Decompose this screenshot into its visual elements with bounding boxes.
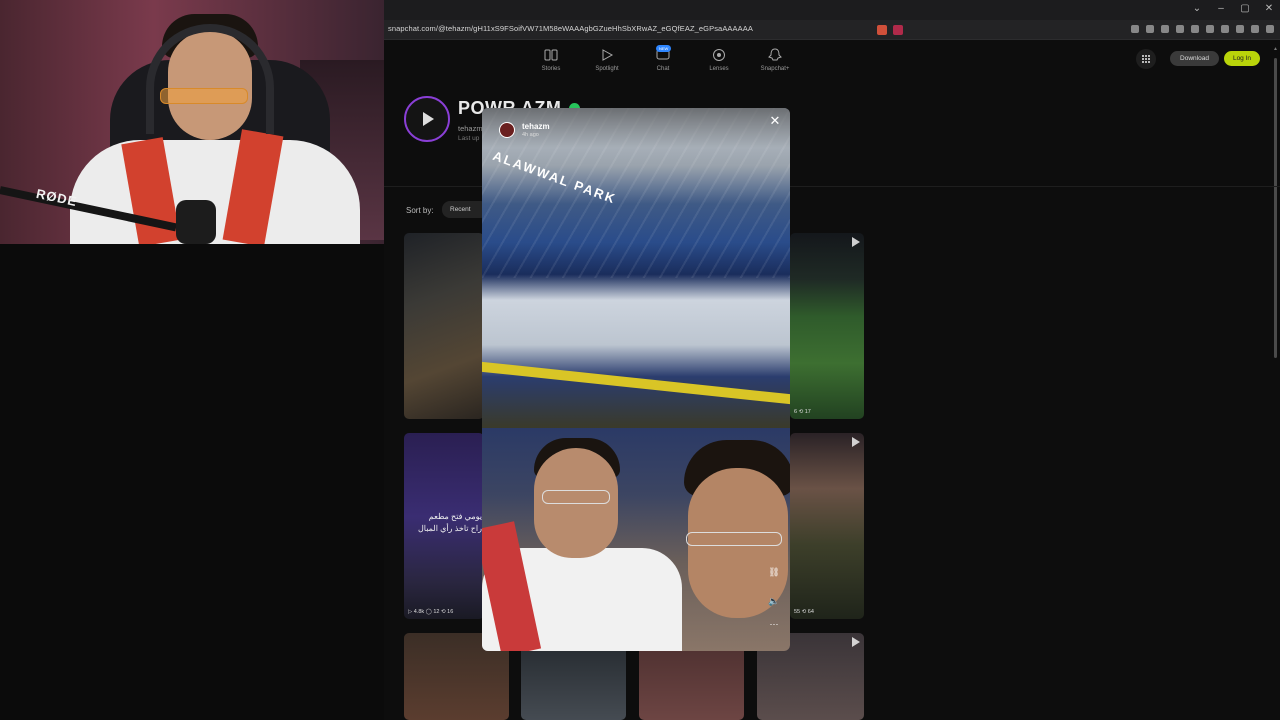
thumbnail-caption: يومي فتح مطعم راح تاخذ رأي المبال (417, 512, 482, 533)
story-viewer-modal[interactable]: ALAWWAL PARK tehazm 4h ago ✕ ⛓ 🔈 ⋯ (482, 108, 790, 651)
nav-label: Spotlight (595, 66, 619, 72)
nav-spotlight[interactable]: Spotlight (590, 48, 624, 72)
webcam-overlay: RØDE (0, 0, 384, 244)
play-icon (852, 237, 860, 247)
nav-label: Stories (541, 66, 561, 72)
story-photo-selfie (482, 428, 790, 651)
url-extension-icons (877, 25, 903, 35)
stories-icon (544, 49, 558, 61)
extension-icon[interactable] (1176, 25, 1184, 33)
person-glasses (686, 532, 782, 546)
minimize-button[interactable]: – (1216, 3, 1226, 14)
microphone (176, 200, 216, 244)
tab-list-button[interactable]: ⌄ (1192, 3, 1202, 14)
extension-icon[interactable] (1146, 25, 1154, 33)
rewards-icon[interactable] (893, 25, 903, 35)
browser-titlebar: ⌄ – ▢ ✕ (384, 0, 1280, 20)
extension-icon[interactable] (1161, 25, 1169, 33)
story-thumbnail[interactable]: يومي فتح مطعم راح تاخذ رأي المبال ▷ 4.8k… (404, 433, 484, 619)
music-icon[interactable] (1191, 25, 1199, 33)
person-glasses (542, 490, 610, 504)
profile-handle: tehazm (458, 124, 483, 133)
nav-stories[interactable]: Stories (534, 48, 568, 72)
top-nav: Stories Spotlight NEW Chat Lenses Snapch… (534, 45, 792, 72)
nav-lenses[interactable]: Lenses (702, 48, 736, 72)
maximize-button[interactable]: ▢ (1240, 3, 1250, 14)
screen: ⌄ – ▢ ✕ snapchat.com/@tehazm/gH11xS9FSoi… (0, 0, 1280, 720)
play-icon (852, 637, 860, 647)
nav-label: Lenses (709, 66, 729, 72)
apps-grid-button[interactable] (1136, 49, 1156, 69)
scroll-thumb[interactable] (1274, 58, 1277, 358)
extension-icon[interactable] (1131, 25, 1139, 33)
sidebar-icon[interactable] (1206, 25, 1214, 33)
wallet-icon[interactable] (1221, 25, 1229, 33)
chat-new-badge: NEW (656, 45, 672, 52)
play-icon (852, 437, 860, 447)
story-timestamp: 4h ago (522, 132, 539, 138)
story-thumbnail[interactable]: 6 ⟲ 17 (790, 233, 864, 419)
story-thumbnail[interactable]: 55 ⟲ 64 (790, 433, 864, 619)
sort-label: Sort by: (406, 206, 434, 215)
play-icon (423, 112, 434, 126)
profile-avatar[interactable] (404, 96, 450, 142)
link-icon[interactable]: ⛓ (768, 566, 780, 578)
sound-icon[interactable]: 🔈 (768, 595, 780, 607)
last-updated-text: Last up (458, 135, 480, 142)
close-window-button[interactable]: ✕ (1264, 3, 1274, 14)
vpn-icon[interactable] (1251, 25, 1259, 33)
thumbnail-stats: 6 ⟲ 17 (794, 409, 811, 415)
thumbnail-stats: 55 ⟲ 64 (794, 609, 814, 615)
menu-icon[interactable] (1266, 25, 1274, 33)
nav-label: Snapchat+ (760, 66, 790, 72)
lenses-icon (713, 49, 725, 61)
browser-toolbar-icons (1131, 25, 1274, 33)
story-user-avatar[interactable] (499, 122, 515, 138)
stadium-railing (482, 361, 790, 405)
close-icon[interactable]: ✕ (768, 114, 782, 128)
sort-value: Recent (450, 206, 471, 213)
story-username[interactable]: tehazm (522, 122, 550, 131)
window-controls: ⌄ – ▢ ✕ (1192, 3, 1274, 14)
leo-icon[interactable] (1236, 25, 1244, 33)
more-options-icon[interactable]: ⋯ (768, 618, 780, 630)
address-bar: snapchat.com/@tehazm/gH11xS9FSoifVW71M58… (384, 20, 1280, 40)
scroll-up-arrow-icon[interactable]: ▲ (1273, 46, 1278, 52)
spotlight-icon (602, 49, 614, 61)
brave-shield-icon[interactable] (877, 25, 887, 35)
nav-chat[interactable]: NEW Chat (646, 45, 680, 72)
url-field[interactable]: snapchat.com/@tehazm/gH11xS9FSoifVW71M58… (388, 24, 753, 33)
snapchat-plus-icon (768, 48, 782, 61)
thumbnail-stats: ▷ 4.8k ◯ 12 ⟲ 16 (408, 609, 454, 615)
login-button[interactable]: Log In (1224, 51, 1260, 66)
nav-snapchat-plus[interactable]: Snapchat+ (758, 48, 792, 72)
story-thumbnail[interactable] (404, 233, 484, 419)
download-button[interactable]: Download (1170, 51, 1219, 66)
nav-label: Chat (656, 66, 670, 72)
story-photo-stadium: ALAWWAL PARK (482, 108, 790, 428)
page-scrollbar[interactable]: ▲ (1273, 46, 1278, 372)
